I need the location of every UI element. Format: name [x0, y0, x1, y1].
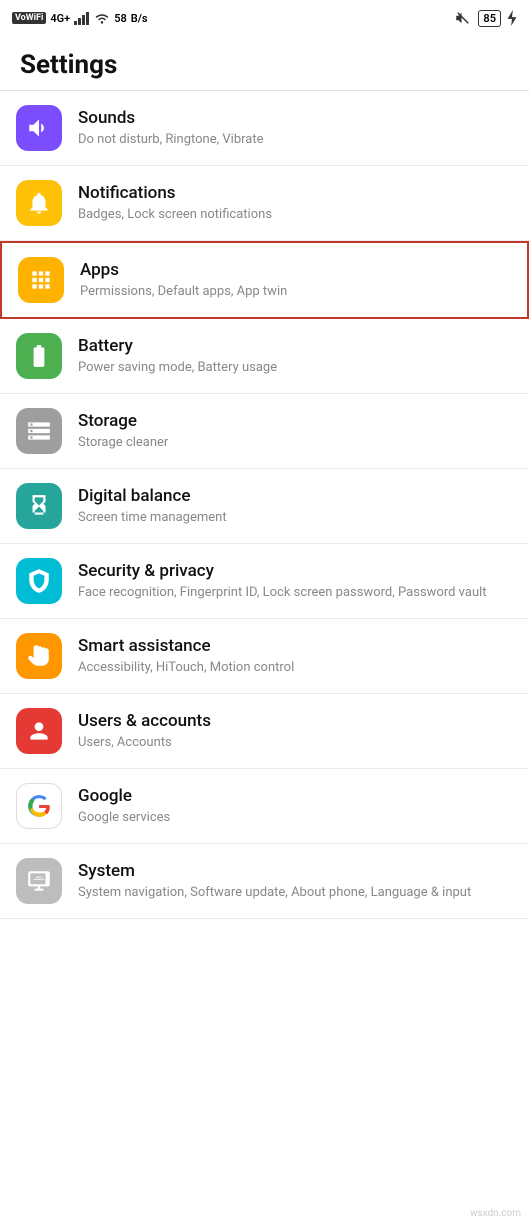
smart-assistance-subtitle: Accessibility, HiTouch, Motion control	[78, 659, 513, 677]
apps-icon	[28, 267, 54, 293]
notifications-icon-wrap	[16, 180, 62, 226]
smart-assistance-title: Smart assistance	[78, 635, 513, 657]
settings-item-battery[interactable]: Battery Power saving mode, Battery usage	[0, 319, 529, 394]
sound-icon	[26, 115, 52, 141]
users-text: Users & accounts Users, Accounts	[78, 710, 513, 752]
settings-item-smart-assistance[interactable]: Smart assistance Accessibility, HiTouch,…	[0, 619, 529, 694]
bell-icon	[26, 190, 52, 216]
apps-title: Apps	[80, 259, 511, 281]
storage-text: Storage Storage cleaner	[78, 410, 513, 452]
apps-text: Apps Permissions, Default apps, App twin	[80, 259, 511, 301]
system-icon	[26, 868, 52, 894]
settings-item-notifications[interactable]: Notifications Badges, Lock screen notifi…	[0, 166, 529, 241]
settings-item-system[interactable]: System System navigation, Software updat…	[0, 844, 529, 919]
settings-item-google[interactable]: Google Google services	[0, 769, 529, 844]
storage-title: Storage	[78, 410, 513, 432]
sounds-icon-wrap	[16, 105, 62, 151]
signal-icon	[74, 11, 90, 25]
vowifi-badge: VoWiFi	[12, 12, 46, 24]
page-title: Settings	[0, 36, 529, 90]
google-text: Google Google services	[78, 785, 513, 827]
system-icon-wrap	[16, 858, 62, 904]
security-text: Security & privacy Face recognition, Fin…	[78, 560, 513, 602]
system-title: System	[78, 860, 513, 882]
settings-item-apps[interactable]: Apps Permissions, Default apps, App twin	[0, 241, 529, 319]
sounds-title: Sounds	[78, 107, 513, 129]
notifications-title: Notifications	[78, 182, 513, 204]
speed-unit: B/s	[131, 12, 148, 25]
charging-icon	[507, 10, 517, 26]
digital-balance-text: Digital balance Screen time management	[78, 485, 513, 527]
system-text: System System navigation, Software updat…	[78, 860, 513, 902]
settings-item-security[interactable]: Security & privacy Face recognition, Fin…	[0, 544, 529, 619]
battery-indicator: 85	[478, 10, 501, 27]
notifications-text: Notifications Badges, Lock screen notifi…	[78, 182, 513, 224]
digital-balance-icon-wrap	[16, 483, 62, 529]
battery-title: Battery	[78, 335, 513, 357]
status-bar: VoWiFi 4G+ 58 B/s 85	[0, 0, 529, 36]
google-icon	[26, 793, 52, 819]
smart-assistance-text: Smart assistance Accessibility, HiTouch,…	[78, 635, 513, 677]
wifi-icon	[94, 11, 110, 25]
network-speed: 58	[114, 12, 127, 25]
google-title: Google	[78, 785, 513, 807]
battery-level: 85	[483, 12, 496, 25]
battery-icon	[26, 343, 52, 369]
apps-icon-wrap	[18, 257, 64, 303]
watermark: wsxdn.com	[470, 1208, 521, 1219]
user-icon	[26, 718, 52, 744]
settings-item-sounds[interactable]: Sounds Do not disturb, Ringtone, Vibrate	[0, 91, 529, 166]
storage-icon	[26, 418, 52, 444]
apps-subtitle: Permissions, Default apps, App twin	[80, 283, 511, 301]
battery-subtitle: Power saving mode, Battery usage	[78, 359, 513, 377]
status-left: VoWiFi 4G+ 58 B/s	[12, 11, 148, 25]
settings-list: Sounds Do not disturb, Ringtone, Vibrate…	[0, 91, 529, 919]
settings-item-users[interactable]: Users & accounts Users, Accounts	[0, 694, 529, 769]
google-icon-wrap	[16, 783, 62, 829]
system-subtitle: System navigation, Software update, Abou…	[78, 884, 513, 902]
settings-item-digital-balance[interactable]: Digital balance Screen time management	[0, 469, 529, 544]
settings-item-storage[interactable]: Storage Storage cleaner	[0, 394, 529, 469]
network-type: 4G+	[50, 12, 70, 25]
shield-icon	[26, 568, 52, 594]
security-icon-wrap	[16, 558, 62, 604]
digital-balance-title: Digital balance	[78, 485, 513, 507]
security-subtitle: Face recognition, Fingerprint ID, Lock s…	[78, 584, 513, 602]
users-title: Users & accounts	[78, 710, 513, 732]
battery-icon-wrap	[16, 333, 62, 379]
hourglass-icon	[26, 493, 52, 519]
hand-icon	[26, 643, 52, 669]
mute-icon	[454, 9, 472, 27]
battery-text: Battery Power saving mode, Battery usage	[78, 335, 513, 377]
digital-balance-subtitle: Screen time management	[78, 509, 513, 527]
storage-subtitle: Storage cleaner	[78, 434, 513, 452]
notifications-subtitle: Badges, Lock screen notifications	[78, 206, 513, 224]
status-right: 85	[454, 9, 517, 27]
users-subtitle: Users, Accounts	[78, 734, 513, 752]
security-title: Security & privacy	[78, 560, 513, 582]
sounds-text: Sounds Do not disturb, Ringtone, Vibrate	[78, 107, 513, 149]
storage-icon-wrap	[16, 408, 62, 454]
google-subtitle: Google services	[78, 809, 513, 827]
users-icon-wrap	[16, 708, 62, 754]
smart-assistance-icon-wrap	[16, 633, 62, 679]
sounds-subtitle: Do not disturb, Ringtone, Vibrate	[78, 131, 513, 149]
